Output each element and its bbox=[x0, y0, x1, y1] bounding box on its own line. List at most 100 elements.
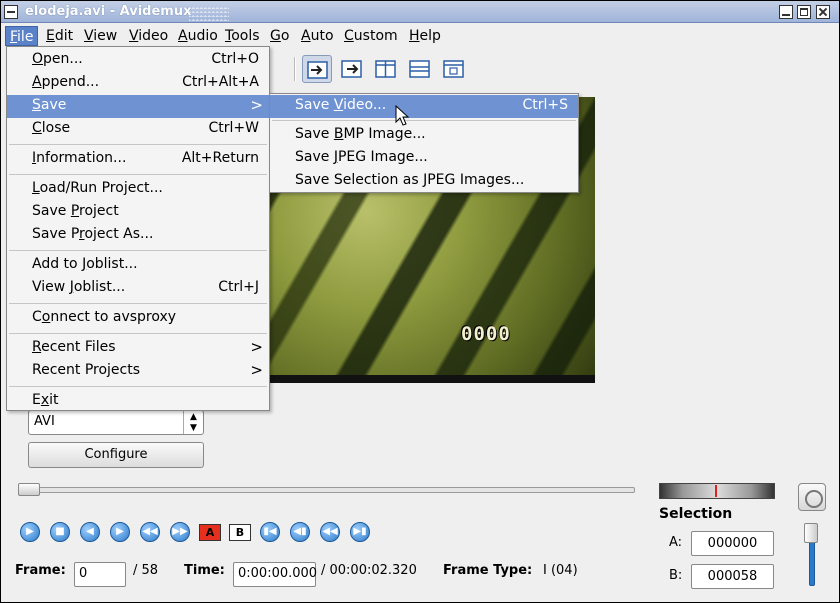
previous-keyframe-button[interactable]: ◀◀ bbox=[137, 519, 163, 545]
menu-tools-label: ools bbox=[231, 28, 260, 44]
menu-item-save-video[interactable]: Save Video... Ctrl+S bbox=[270, 95, 578, 118]
menu-item-save-label: ave bbox=[40, 97, 67, 113]
menu-tools[interactable]: Tools bbox=[221, 26, 264, 46]
menu-item-open[interactable]: Open... Ctrl+O bbox=[7, 49, 269, 72]
menu-separator bbox=[9, 250, 267, 251]
menu-item-close-label: lose bbox=[41, 120, 71, 136]
menu-item-exit[interactable]: Exit bbox=[7, 390, 269, 413]
shortcut-open: Ctrl+O bbox=[211, 51, 259, 67]
menu-auto-label: uto bbox=[310, 28, 334, 44]
toolbar-separator bbox=[294, 57, 296, 81]
menu-item-append-label: ppend... bbox=[41, 74, 100, 90]
menu-bar: File Edit View Video Audio Tools Go Auto… bbox=[1, 24, 839, 48]
set-marker-a-button[interactable]: A bbox=[197, 519, 223, 545]
menu-item-load-project[interactable]: Load/Run Project... bbox=[7, 178, 269, 201]
window-title: elodeja.avi - Avidemux bbox=[25, 4, 192, 19]
menu-item-save-project[interactable]: Save Project bbox=[7, 201, 269, 224]
selection-a-field[interactable]: 000000 bbox=[691, 531, 774, 556]
time-input[interactable]: 0:00:00.000 bbox=[233, 562, 317, 587]
close-window-button[interactable] bbox=[816, 5, 830, 19]
view-output-button[interactable] bbox=[337, 55, 367, 83]
frame-total: / 58 bbox=[133, 563, 159, 578]
time-label: Time: bbox=[184, 563, 225, 578]
menu-separator bbox=[9, 144, 267, 145]
selection-b-label: B: bbox=[669, 568, 683, 583]
menu-item-save[interactable]: Save > bbox=[7, 95, 269, 118]
timeline-slider[interactable] bbox=[18, 487, 635, 493]
submenu-arrow-icon: > bbox=[250, 338, 263, 356]
title-decoration bbox=[189, 5, 229, 21]
jog-shuttle[interactable] bbox=[659, 483, 775, 499]
menu-edit-label: dit bbox=[54, 28, 74, 44]
menu-view[interactable]: View bbox=[80, 26, 121, 46]
menu-item-information-label: nformation... bbox=[36, 150, 127, 166]
view-top-bottom-button[interactable] bbox=[405, 55, 435, 83]
menu-item-save-bmp[interactable]: Save BMP Image... bbox=[270, 124, 578, 147]
menu-item-recent-projects-label: Recent Projects bbox=[32, 362, 141, 378]
menu-auto[interactable]: Auto bbox=[297, 26, 338, 46]
menu-item-information[interactable]: Information... Alt+Return bbox=[7, 148, 269, 171]
minimize-button[interactable] bbox=[779, 5, 793, 19]
menu-item-recent-files-label: ecent Files bbox=[41, 339, 116, 355]
menu-item-recent-projects[interactable]: Recent Projects > bbox=[7, 360, 269, 383]
menu-go[interactable]: Go bbox=[266, 26, 293, 46]
menu-item-save-video-label: ideo... bbox=[343, 97, 387, 113]
shortcut-close: Ctrl+W bbox=[208, 120, 259, 136]
menu-item-append[interactable]: Append... Ctrl+Alt+A bbox=[7, 72, 269, 95]
volume-knob-icon[interactable] bbox=[798, 483, 826, 511]
output-format-select[interactable]: AVI ▲ ▼ bbox=[28, 410, 204, 435]
timeline-slider-thumb[interactable] bbox=[18, 483, 40, 496]
configure-button[interactable]: Configure bbox=[28, 442, 204, 468]
frame-number-input[interactable]: 0 bbox=[74, 562, 126, 587]
menu-edit[interactable]: Edit bbox=[42, 26, 77, 46]
volume-slider-thumb[interactable] bbox=[804, 523, 818, 543]
menu-item-save-project-as[interactable]: Save Project As... bbox=[7, 224, 269, 247]
menu-item-view-joblist[interactable]: View Joblist... Ctrl+J bbox=[7, 277, 269, 300]
previous-black-frame-button[interactable]: ◀▮ bbox=[287, 519, 313, 545]
menu-item-open-label: pen... bbox=[43, 51, 83, 67]
menu-separator bbox=[9, 386, 267, 387]
menu-item-add-joblist[interactable]: Add to Joblist... bbox=[7, 254, 269, 277]
first-frame-button[interactable]: ▮◀ bbox=[257, 519, 283, 545]
shortcut-view-joblist: Ctrl+J bbox=[218, 279, 259, 295]
submenu-arrow-icon: > bbox=[250, 361, 263, 379]
previous-frame-button[interactable]: ◀ bbox=[77, 519, 103, 545]
next-black-frame-button[interactable]: ◀◀ bbox=[317, 519, 343, 545]
title-bar[interactable]: elodeja.avi - Avidemux bbox=[1, 1, 839, 23]
menu-separator bbox=[9, 174, 267, 175]
view-separate-button[interactable] bbox=[439, 55, 469, 83]
last-frame-button[interactable]: ▶▮ bbox=[347, 519, 373, 545]
marker-a-icon: A bbox=[199, 524, 221, 541]
window-menu-icon[interactable] bbox=[4, 5, 18, 19]
stop-button[interactable]: ■ bbox=[47, 519, 73, 545]
menu-view-mnemonic: V bbox=[84, 28, 94, 44]
selection-b-field[interactable]: 000058 bbox=[691, 564, 774, 589]
menu-item-save-selection-jpeg[interactable]: Save Selection as JPEG Images... bbox=[270, 170, 578, 193]
menu-item-save-selection-jpeg-label: Save Selection as JPEG Images... bbox=[295, 172, 525, 188]
menu-audio-mnemonic: A bbox=[178, 28, 188, 44]
menu-item-save-jpeg[interactable]: Save JPEG Image... bbox=[270, 147, 578, 170]
menu-item-save-jpeg-label: PEG Image... bbox=[337, 149, 428, 165]
view-side-by-side-button[interactable] bbox=[371, 55, 401, 83]
selection-title: Selection bbox=[659, 506, 733, 522]
frame-label: Frame: bbox=[15, 563, 66, 578]
menu-item-connect-avsproxy[interactable]: Connect to avsproxy bbox=[7, 307, 269, 330]
menu-custom[interactable]: Custom bbox=[340, 26, 402, 46]
menu-help[interactable]: Help bbox=[405, 26, 445, 46]
view-input-button[interactable] bbox=[302, 55, 332, 83]
top-bottom-icon bbox=[409, 60, 430, 78]
menu-video[interactable]: Video bbox=[125, 26, 172, 46]
submenu-arrow-icon: > bbox=[250, 96, 263, 114]
play-button[interactable]: ▶ bbox=[17, 519, 43, 545]
next-frame-button[interactable]: ▶ bbox=[107, 519, 133, 545]
maximize-button[interactable] bbox=[797, 5, 811, 19]
set-marker-b-button[interactable]: B bbox=[227, 519, 253, 545]
video-overlay-counter: 0000 bbox=[461, 323, 511, 345]
menu-file[interactable]: File bbox=[5, 26, 39, 46]
menu-audio[interactable]: Audio bbox=[174, 26, 222, 46]
menu-item-close[interactable]: Close Ctrl+W bbox=[7, 118, 269, 141]
next-keyframe-button[interactable]: ▶▶ bbox=[167, 519, 193, 545]
menu-item-recent-files[interactable]: Recent Files > bbox=[7, 337, 269, 360]
menu-item-save-project-label: roject bbox=[79, 203, 119, 219]
input-view-icon bbox=[307, 61, 328, 79]
